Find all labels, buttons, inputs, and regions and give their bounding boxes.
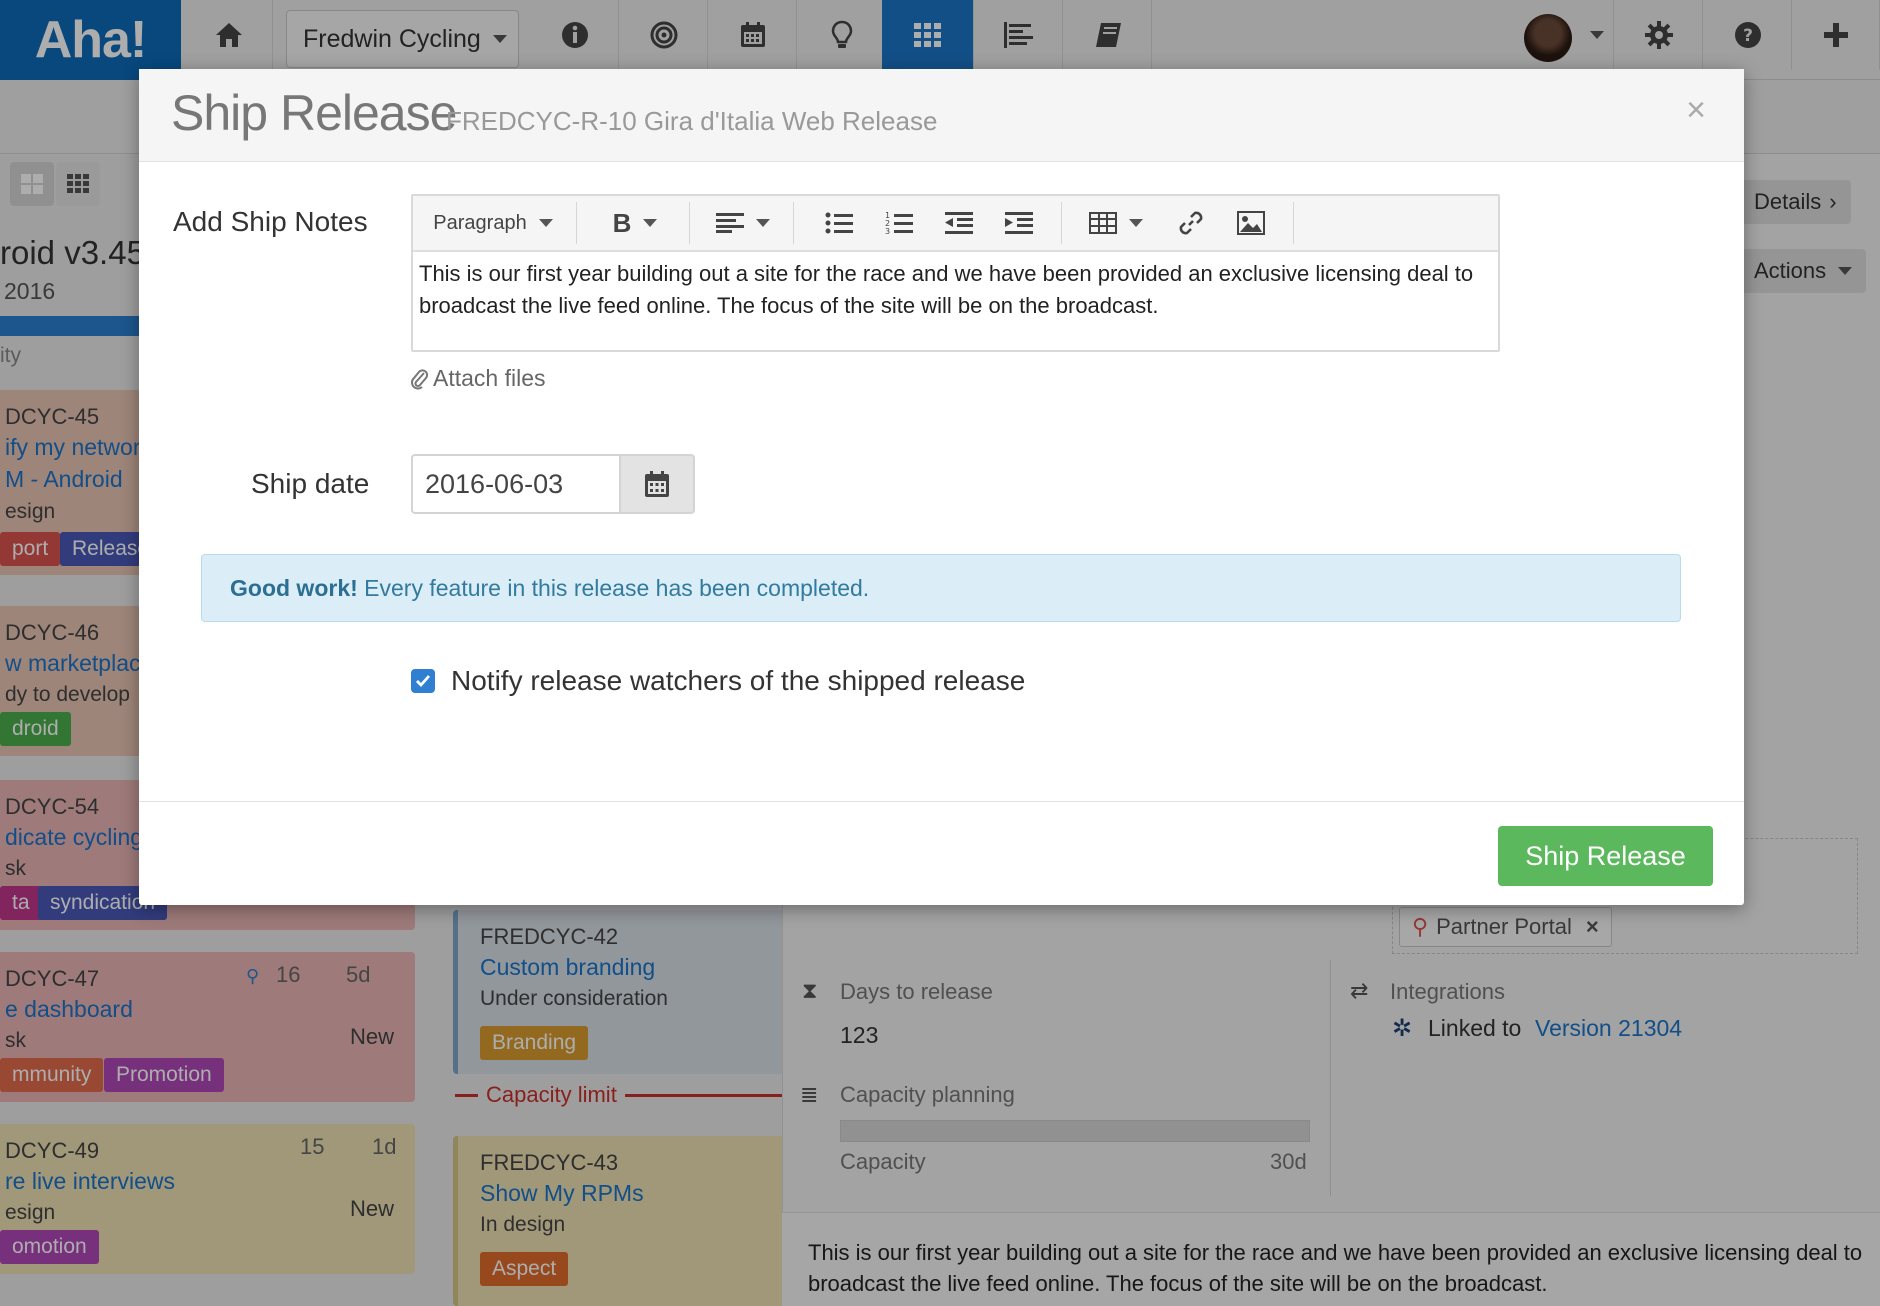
link-icon [1179,211,1203,235]
toolbar-divider [689,202,690,244]
paragraph-format-label: Paragraph [433,211,527,234]
dialog-header: Ship Release FREDCYC-R-10 Gira d'Italia … [139,69,1744,162]
paragraph-format-dropdown[interactable]: Paragraph [413,196,573,250]
toolbar-divider [1293,202,1294,244]
chevron-down-icon [538,219,553,227]
notify-watchers-checkbox[interactable] [411,669,435,693]
align-dropdown[interactable] [695,196,791,250]
date-picker-button[interactable] [619,454,695,514]
dialog-footer: Ship Release [139,801,1744,905]
image-button[interactable] [1225,196,1277,250]
checkmark-icon [416,675,431,688]
close-icon[interactable]: × [1686,93,1706,127]
notify-watchers-label[interactable]: Notify release watchers of the shipped r… [451,665,1025,697]
bullet-list-icon [825,212,853,234]
editor-toolbar: Paragraph B 123 [413,196,1498,252]
ship-date-label: Ship date [251,468,370,499]
numbered-list-icon: 123 [885,211,913,235]
bold-dropdown[interactable]: B [583,196,687,250]
bold-icon: B [612,207,632,238]
numbered-list-button[interactable]: 123 [873,196,925,250]
alert-strong-text: Good work! [230,575,358,601]
outdent-icon [945,212,973,234]
calendar-icon [645,471,669,497]
paperclip-icon [411,368,429,389]
chevron-down-icon [1129,219,1143,227]
link-button[interactable] [1165,196,1217,250]
ship-notes-editor: Paragraph B 123 This is our first year b… [411,194,1500,352]
toolbar-divider [793,202,794,244]
attach-files-link[interactable]: Attach files [411,365,546,392]
completion-alert: Good work! Every feature in this release… [201,554,1681,622]
dialog-subtitle: FREDCYC-R-10 Gira d'Italia Web Release [446,106,938,136]
ship-date-input[interactable]: 2016-06-03 [411,454,619,514]
image-icon [1237,211,1265,235]
ship-notes-label: Add Ship Notes [173,206,368,237]
table-icon [1089,212,1117,234]
ship-release-dialog: Ship Release FREDCYC-R-10 Gira d'Italia … [139,69,1744,905]
chevron-down-icon [756,219,770,227]
toolbar-divider [576,202,577,244]
chevron-down-icon [643,219,658,227]
ship-release-button[interactable]: Ship Release [1498,826,1713,886]
bullet-list-button[interactable] [813,196,865,250]
table-dropdown[interactable] [1071,196,1161,250]
indent-icon [1005,212,1033,234]
indent-button[interactable] [993,196,1045,250]
ship-notes-textarea[interactable]: This is our first year building out a si… [419,258,1492,322]
attach-files-label: Attach files [433,365,546,391]
align-left-icon [716,213,744,233]
dialog-title: Ship Release [171,85,457,141]
toolbar-divider [1061,202,1062,244]
alert-text: Every feature in this release has been c… [357,575,870,601]
svg-text:3: 3 [885,227,890,235]
outdent-button[interactable] [933,196,985,250]
